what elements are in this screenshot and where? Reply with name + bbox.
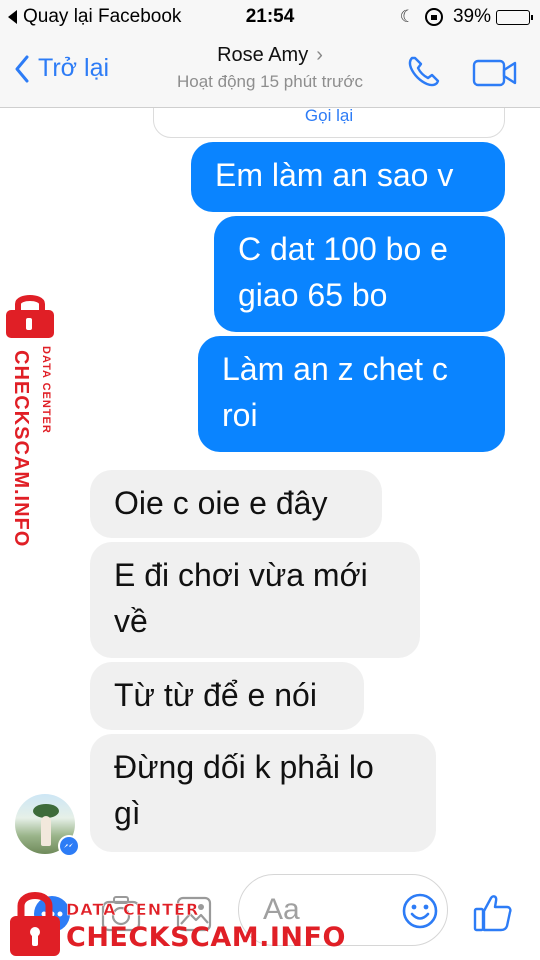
call-back-link[interactable]: Gọi lại <box>154 108 504 126</box>
watermark-bottom-brand: CHECKSCAM.INFO <box>66 922 346 953</box>
message-bubble-incoming[interactable]: Đừng dối k phải lo gì <box>90 734 436 852</box>
rotation-lock-icon <box>424 8 443 26</box>
message-line: Đừng dối k phải lo <box>114 749 374 785</box>
messenger-badge <box>58 835 80 857</box>
contact-name: Rose Amy <box>217 44 309 66</box>
watermark-bottom-sub: DATA CENTER <box>66 900 200 920</box>
phone-icon <box>408 56 440 87</box>
message-bubble-outgoing[interactable]: Em làm an sao v <box>191 142 505 212</box>
message-line: Làm an z chet c <box>222 351 448 387</box>
message-line: roi <box>222 397 258 433</box>
padlock-icon <box>6 295 54 338</box>
like-button[interactable] <box>472 892 514 939</box>
message-bubble-outgoing[interactable]: Làm an z chet c roi <box>198 336 505 452</box>
message-line: E đi chơi vừa mới <box>114 557 368 593</box>
avatar-person <box>41 816 51 846</box>
message-bubble-outgoing[interactable]: C dat 100 bo e giao 65 bo <box>214 216 505 332</box>
emoji-button[interactable] <box>401 892 439 935</box>
watermark-side-brand: CHECKSCAM.INFO <box>10 350 32 548</box>
watermark-side-sub: DATA CENTER <box>40 346 52 434</box>
moon-icon: ☾ <box>399 7 415 26</box>
message-line: C dat 100 bo e <box>238 231 448 267</box>
battery-percent: 39% <box>452 6 491 27</box>
padlock-icon <box>10 892 60 956</box>
video-camera-icon <box>472 59 517 87</box>
chevron-right-icon: › <box>316 44 323 66</box>
thumbs-up-icon <box>473 895 512 932</box>
battery-icon <box>496 9 533 25</box>
message-bubble-incoming[interactable]: Từ từ để e nói <box>90 662 364 730</box>
watermark-bottom: DATA CENTER CHECKSCAM.INFO <box>8 888 345 958</box>
message-line: gì <box>114 795 141 831</box>
message-line: Em làm an sao v <box>215 157 454 193</box>
message-line: Từ từ để e nói <box>114 677 317 713</box>
message-bubble-incoming[interactable]: E đi chơi vừa mới về <box>90 542 420 658</box>
message-line: về <box>114 603 148 639</box>
contact-info[interactable]: Rose Amy › Hoạt động 15 phút trước <box>0 44 540 92</box>
call-button[interactable] <box>404 52 444 97</box>
message-bubble-incoming[interactable]: Oie c oie e đây <box>90 470 382 538</box>
message-list[interactable]: Gọi lại Em làm an sao v C dat 100 bo e g… <box>0 108 540 864</box>
watermark-side: DATA CENTER CHECKSCAM.INFO <box>4 290 54 550</box>
emoji-icon <box>402 893 438 929</box>
video-call-button[interactable] <box>472 58 518 93</box>
messenger-icon <box>64 843 73 848</box>
status-bar: Quay lại Facebook 21:54 ☾ 39% <box>0 0 540 34</box>
conversation-header: Trở lại Rose Amy › Hoạt động 15 phút trư… <box>0 34 540 108</box>
status-indicators: ☾ 39% <box>399 6 533 28</box>
active-status: Hoạt động 15 phút trước <box>176 72 364 91</box>
message-line: Oie c oie e đây <box>114 485 328 521</box>
message-line: giao 65 bo <box>238 277 388 313</box>
call-back-card[interactable]: Gọi lại <box>153 108 505 138</box>
